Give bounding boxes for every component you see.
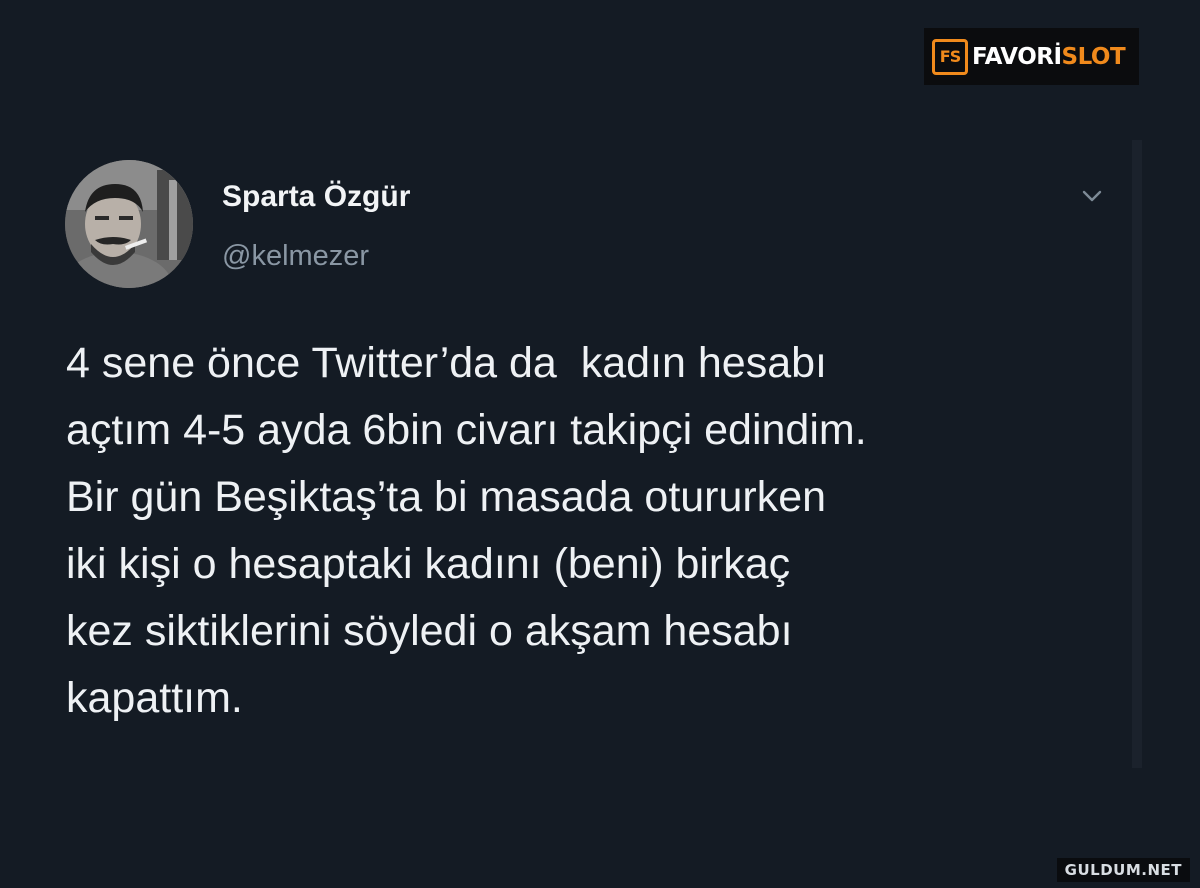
tweet-line: Bir gün Beşiktaş’ta bi masada otururken xyxy=(66,473,827,521)
tweet-line: 4 sene önce Twitter’da da kadın hesabı xyxy=(66,339,827,387)
author-name[interactable]: Sparta Özgür xyxy=(222,180,410,214)
tweet-line: kez siktiklerini söyledi o akşam hesabı xyxy=(66,607,793,655)
tweet-text: 4 sene önce Twitter’da da kadın hesabı a… xyxy=(66,330,1116,732)
logo-text-white: FAVORİ xyxy=(972,43,1062,70)
logo-mark: FS xyxy=(932,38,968,75)
favorislot-logo: FS FAVORİSLOT xyxy=(924,28,1139,85)
logo-text: FAVORİSLOT xyxy=(972,43,1126,70)
tweet-line: iki kişi o hesaptaki kadını (beni) birka… xyxy=(66,540,791,588)
scrollbar-track xyxy=(1132,140,1142,768)
chevron-down-icon[interactable] xyxy=(1078,186,1106,206)
avatar[interactable] xyxy=(65,160,193,288)
avatar-photo xyxy=(65,160,193,288)
tweet-line: kapattım. xyxy=(66,674,243,722)
author-handle[interactable]: @kelmezer xyxy=(222,240,369,273)
watermark: GULDUM.NET xyxy=(1056,858,1190,882)
tweet-line: açtım 4-5 ayda 6bin civarı takipçi edind… xyxy=(66,406,867,454)
logo-text-orange: SLOT xyxy=(1061,43,1126,70)
